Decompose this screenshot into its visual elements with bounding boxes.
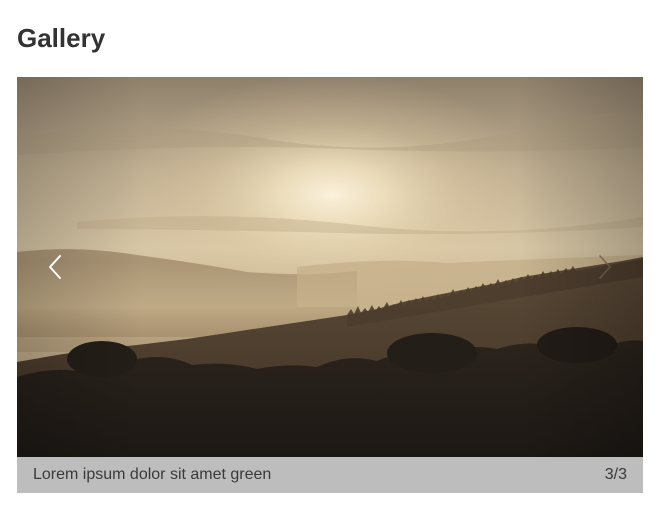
page-title: Gallery bbox=[17, 23, 106, 53]
chevron-right-icon bbox=[599, 255, 611, 279]
gallery-image bbox=[17, 77, 643, 457]
image-caption: Lorem ipsum dolor sit amet green bbox=[33, 466, 272, 483]
caption-bar: Lorem ipsum dolor sit amet green 3/3 bbox=[17, 457, 643, 493]
image-counter: 3/3 bbox=[604, 466, 627, 483]
chevron-left-icon bbox=[49, 255, 61, 279]
next-image-button[interactable] bbox=[585, 247, 625, 287]
image-gallery: Lorem ipsum dolor sit amet green 3/3 bbox=[17, 77, 643, 493]
previous-image-button[interactable] bbox=[35, 247, 75, 287]
